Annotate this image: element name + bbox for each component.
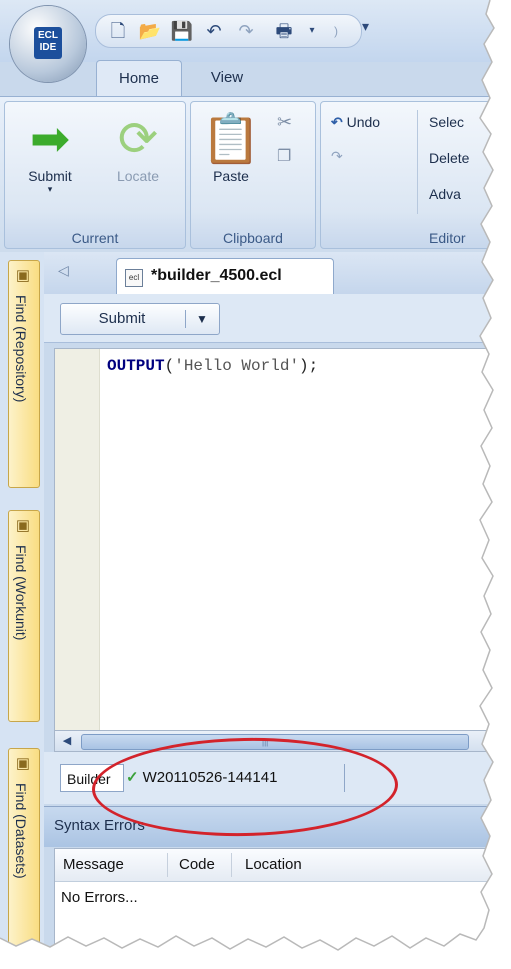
ribbon-group-editor: ↶ Undo ↷ Selec Delete Adva Editor	[320, 101, 500, 249]
qat-customize-chevron-icon[interactable]: ▾	[362, 18, 369, 35]
document-tab-strip: ◁ ecl *builder_4500.ecl	[44, 252, 500, 295]
find-panel-icon: ▣	[15, 517, 31, 534]
paste-button[interactable]: 📋 Paste	[199, 112, 263, 184]
submit-ribbon-button[interactable]: ➡ Submit ▾	[11, 112, 89, 195]
group-label-current: Current	[71, 230, 119, 246]
find-panel-icon: ▣	[15, 267, 31, 284]
select-button[interactable]: Selec	[429, 114, 464, 130]
code-line[interactable]: OUTPUT('Hello World');	[107, 357, 318, 375]
application-menu-button[interactable]: ECL IDE	[10, 6, 86, 82]
undo-icon[interactable]: ↶	[202, 19, 226, 43]
code-keyword: OUTPUT	[107, 357, 165, 375]
submit-split-button[interactable]: Submit ▼	[60, 303, 220, 335]
redo-icon[interactable]: ↷	[234, 19, 258, 43]
code-open-paren: (	[164, 357, 175, 375]
cut-icon[interactable]: ✂	[277, 112, 292, 133]
qat-end-cap: )	[334, 24, 338, 38]
syntax-errors-table: Message Code Location No Errors...	[54, 848, 500, 950]
quick-access-toolbar: 🗋 📂 💾 ↶ ↷ 🖶 ▾ )	[95, 14, 362, 48]
code-close: );	[299, 357, 319, 375]
ecl-ide-logo-icon: ECL IDE	[34, 27, 62, 59]
side-tab-find-workunit[interactable]: ▣ Find (Workunit)	[8, 510, 40, 722]
paste-label: Paste	[213, 168, 249, 184]
editor-toolbar: Submit ▼	[44, 294, 500, 343]
side-tab-find-repository[interactable]: ▣ Find (Repository)	[8, 260, 40, 488]
submit-dropdown-chevron-icon: ▾	[47, 184, 53, 194]
column-divider	[231, 853, 232, 877]
open-folder-icon[interactable]: 📂	[138, 19, 162, 43]
clipboard-icon: 📋	[201, 113, 261, 166]
ribbon: ➡ Submit ▾ ⟳ Locate Current 📋 Paste ✂ ❐ …	[0, 96, 500, 253]
table-row: No Errors...	[61, 889, 138, 906]
code-string: 'Hello World'	[174, 357, 300, 375]
new-file-icon[interactable]: 🗋	[106, 19, 130, 43]
table-header: Message Code Location	[55, 849, 500, 882]
advanced-button[interactable]: Adva	[429, 186, 461, 202]
left-dock: ▣ Find (Repository) ▣ Find (Workunit) ▣ …	[0, 252, 44, 950]
tab-scroll-left-icon[interactable]: ◁	[58, 262, 69, 279]
document-tab[interactable]: ecl *builder_4500.ecl	[116, 258, 334, 295]
group-divider	[417, 110, 418, 214]
split-divider	[185, 310, 186, 328]
submit-dropdown-icon[interactable]: ▼	[189, 309, 215, 329]
print-icon[interactable]: 🖶	[272, 19, 296, 43]
ribbon-group-current: ➡ Submit ▾ ⟳ Locate Current	[4, 101, 186, 249]
scroll-left-arrow-icon[interactable]: ◀	[59, 733, 75, 749]
column-header-code[interactable]: Code	[179, 856, 215, 873]
submit-ribbon-label: Submit	[28, 168, 72, 184]
side-tab-find-datasets[interactable]: ▣ Find (Datasets)	[8, 748, 40, 950]
side-tab-label: Find (Datasets)	[13, 783, 29, 879]
group-label-editor: Editor	[429, 230, 466, 246]
find-panel-icon: ▣	[15, 755, 31, 772]
submit-button-label[interactable]: Submit	[61, 310, 183, 327]
column-header-location[interactable]: Location	[245, 856, 302, 873]
refresh-icon: ⟳	[117, 113, 159, 166]
locate-ribbon-label: Locate	[116, 168, 160, 184]
green-arrow-icon: ➡	[29, 113, 71, 166]
delete-button[interactable]: Delete	[429, 150, 469, 166]
group-label-clipboard: Clipboard	[223, 230, 283, 246]
code-editor[interactable]: OUTPUT('Hello World');	[54, 348, 500, 732]
side-tab-label: Find (Repository)	[13, 295, 29, 403]
ecl-file-icon: ecl	[125, 269, 143, 287]
save-icon[interactable]: 💾	[170, 19, 194, 43]
locate-ribbon-button[interactable]: ⟳ Locate	[99, 112, 177, 184]
side-tab-label: Find (Workunit)	[13, 545, 29, 641]
ribbon-tab-view[interactable]: View	[192, 60, 262, 96]
ribbon-tab-home[interactable]: Home	[96, 60, 182, 97]
print-dropdown-chevron-icon[interactable]: ▾	[300, 19, 324, 43]
column-header-message[interactable]: Message	[63, 856, 124, 873]
copy-icon[interactable]: ❐	[277, 146, 291, 166]
column-divider	[167, 853, 168, 877]
undo-ribbon-button[interactable]: ↶ Undo	[331, 114, 380, 131]
redo-ribbon-icon[interactable]: ↷	[331, 148, 343, 165]
editor-gutter	[55, 349, 100, 731]
ribbon-group-clipboard: 📋 Paste ✂ ❐ Clipboard	[190, 101, 316, 249]
document-tab-label: *builder_4500.ecl	[151, 267, 282, 284]
undo-label: Undo	[346, 114, 381, 130]
undo-arrow-icon: ↶	[331, 114, 343, 130]
